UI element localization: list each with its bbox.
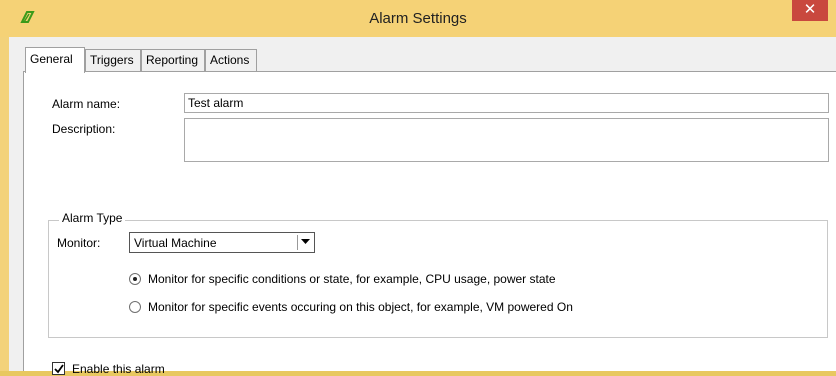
- monitor-label: Monitor:: [57, 236, 101, 250]
- tab-label: Actions: [210, 53, 250, 67]
- tab-actions[interactable]: Actions: [205, 49, 257, 71]
- monitor-select[interactable]: Virtual Machine: [129, 232, 315, 253]
- close-icon: ✕: [803, 1, 817, 18]
- alarm-settings-window: Alarm Settings ✕ General Triggers Report…: [0, 0, 836, 376]
- alarm-type-legend: Alarm Type: [59, 211, 126, 225]
- radio-monitor-conditions-label[interactable]: Monitor for specific conditions or state…: [148, 272, 556, 286]
- chevron-down-icon[interactable]: [297, 235, 312, 250]
- tab-reporting[interactable]: Reporting: [141, 49, 205, 71]
- radio-selected-dot: [133, 277, 137, 281]
- tab-label: General: [30, 52, 73, 66]
- general-tab-panel: Alarm name: Description: Alarm Type Moni…: [23, 71, 836, 376]
- radio-monitor-events-label[interactable]: Monitor for specific events occuring on …: [148, 300, 573, 314]
- radio-monitor-events[interactable]: [129, 301, 141, 313]
- title-bar[interactable]: Alarm Settings ✕: [0, 0, 836, 37]
- tab-label: Reporting: [146, 53, 199, 67]
- tab-label: Triggers: [90, 53, 134, 67]
- monitor-select-value: Virtual Machine: [134, 236, 217, 250]
- radio-monitor-conditions[interactable]: [129, 273, 141, 285]
- close-button[interactable]: ✕: [792, 0, 828, 21]
- tab-general[interactable]: General: [25, 47, 85, 73]
- dialog-client-area: General Triggers Reporting Actions Alarm…: [9, 37, 836, 376]
- checkmark-icon: [54, 364, 64, 374]
- description-textarea[interactable]: [184, 118, 829, 162]
- tab-triggers[interactable]: Triggers: [85, 49, 141, 71]
- enable-alarm-checkbox[interactable]: [52, 362, 65, 375]
- alarm-name-label: Alarm name:: [52, 97, 121, 111]
- alarm-name-input[interactable]: [184, 93, 829, 113]
- window-title: Alarm Settings: [369, 10, 467, 27]
- enable-alarm-label[interactable]: Enable this alarm: [72, 362, 165, 376]
- description-label: Description:: [52, 122, 116, 136]
